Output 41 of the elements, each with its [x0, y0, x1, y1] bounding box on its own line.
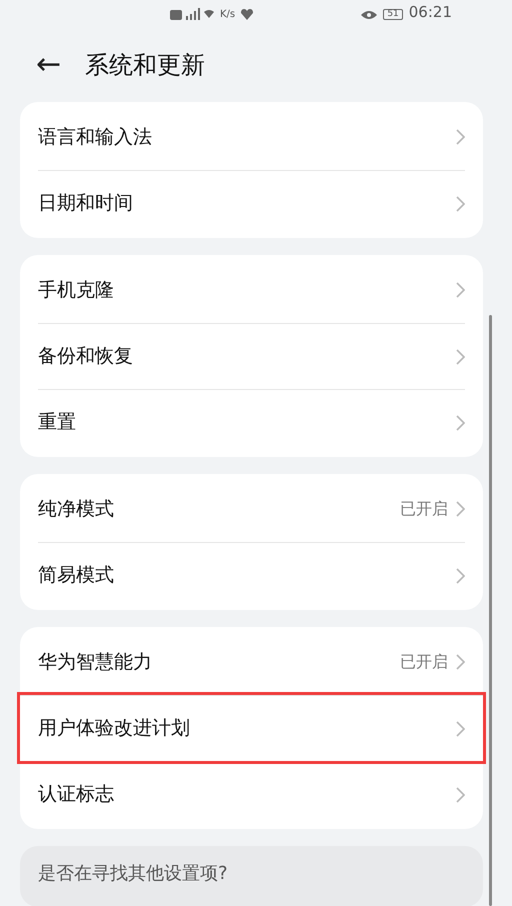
row-label: 华为智慧能力: [38, 650, 152, 675]
battery-level: 51: [383, 9, 403, 20]
row-label: 语言和输入法: [38, 124, 152, 150]
network-speed: K/s: [220, 10, 236, 20]
row-label: 认证标志: [38, 782, 114, 808]
chevron-icon: [456, 282, 465, 298]
row-label: 备份和恢复: [38, 344, 133, 370]
chevron-icon: [456, 720, 465, 736]
settings-row[interactable]: 备份和恢复: [38, 323, 465, 389]
chevron-icon: [456, 654, 465, 670]
row-label: 纯净模式: [38, 496, 114, 522]
row-value: 已开启: [400, 651, 448, 673]
chevron-icon: [456, 196, 465, 212]
settings-row[interactable]: 认证标志: [38, 761, 465, 827]
settings-row[interactable]: 纯净模式 已开启: [38, 476, 465, 542]
chevron-icon: [456, 501, 465, 517]
back-button[interactable]: ←: [36, 50, 62, 80]
row-label: 重置: [38, 410, 76, 436]
settings-row[interactable]: 手机克隆: [38, 257, 465, 323]
chevron-icon: [456, 568, 465, 584]
chevron-icon: [456, 129, 465, 145]
eye-icon: [361, 10, 378, 20]
clock: 06:21: [408, 5, 452, 20]
row-value: 已开启: [400, 498, 448, 520]
signal-icon: [170, 8, 214, 20]
row-label: 用户体验改进计划: [38, 716, 190, 742]
settings-row[interactable]: 用户体验改进计划: [20, 695, 483, 761]
row-label: 简易模式: [38, 563, 114, 588]
row-label: 手机克隆: [38, 278, 114, 303]
settings-row[interactable]: 日期和时间: [38, 170, 465, 236]
settings-row[interactable]: 语言和输入法: [38, 104, 465, 170]
settings-row[interactable]: 重置: [38, 389, 465, 455]
chevron-icon: [456, 414, 465, 430]
suggestion-text: 是否在寻找其他设置项?: [38, 863, 228, 884]
settings-row[interactable]: 简易模式: [38, 542, 465, 608]
heart-icon: [241, 9, 254, 20]
chevron-icon: [456, 348, 465, 364]
row-label: 日期和时间: [38, 191, 133, 216]
settings-row[interactable]: 华为智慧能力 已开启: [38, 629, 465, 695]
chevron-icon: [456, 786, 465, 802]
page-title: 系统和更新: [85, 50, 206, 81]
